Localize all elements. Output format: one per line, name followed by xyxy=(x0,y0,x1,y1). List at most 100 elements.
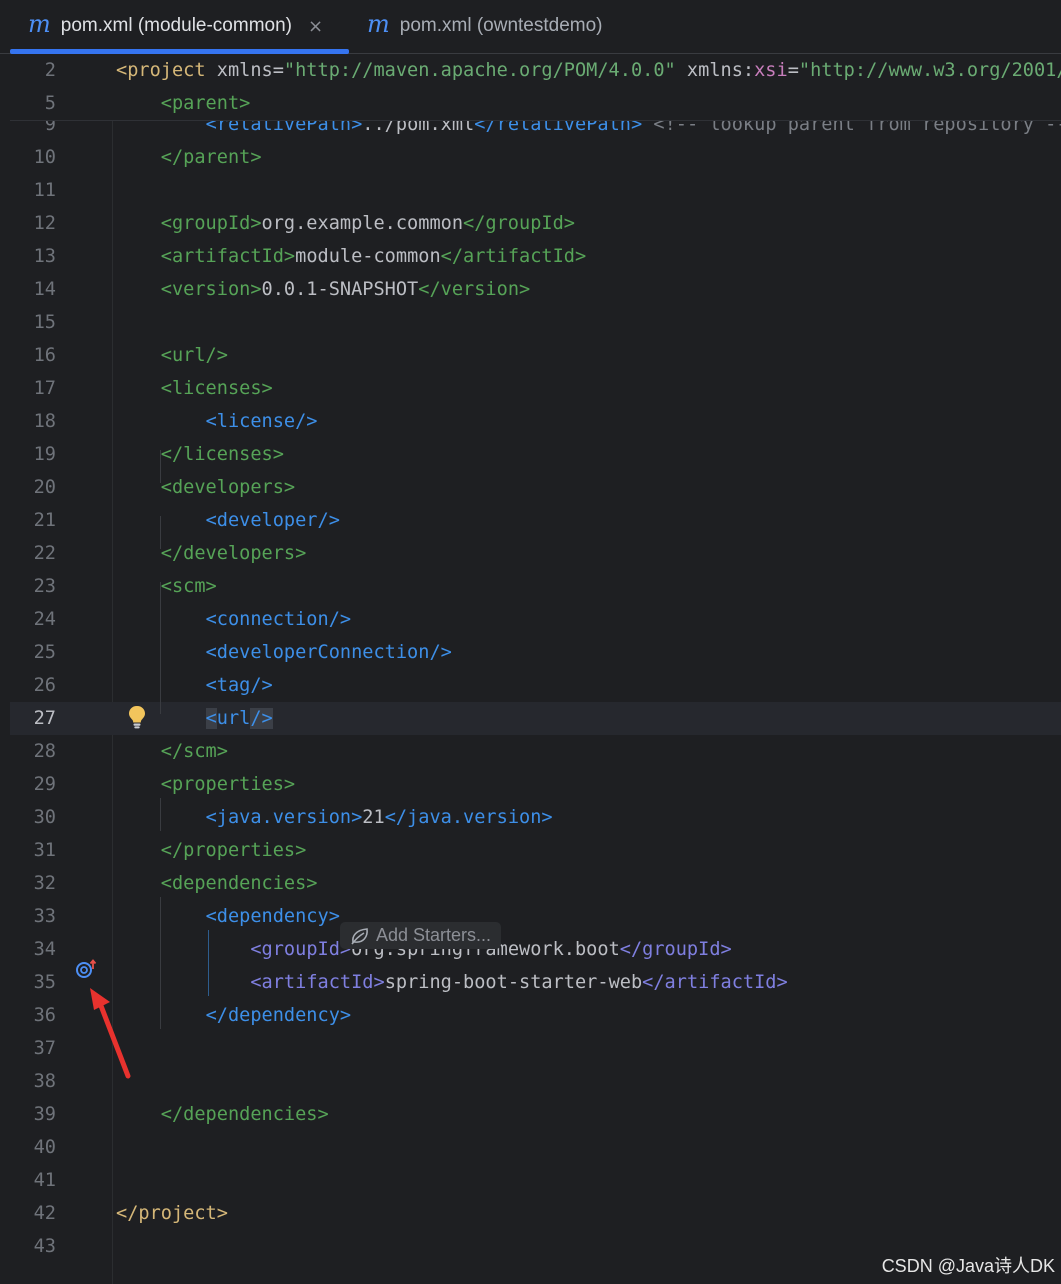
code-line[interactable]: 23 <scm> xyxy=(10,570,1061,603)
line-number: 22 xyxy=(33,543,56,564)
code-line[interactable]: 31 </properties> xyxy=(10,834,1061,867)
code-line[interactable]: 13 <artifactId>module-common</artifactId… xyxy=(10,240,1061,273)
code-line[interactable]: 32 <dependencies> xyxy=(10,867,1061,900)
spring-leaf-icon xyxy=(351,927,368,944)
sticky-scroll-header[interactable]: 2 <project xmlns="http://maven.apache.org… xyxy=(10,54,1061,121)
add-starters-button[interactable]: Add Starters... xyxy=(340,922,502,949)
code-token: <parent> xyxy=(160,93,251,114)
line-number: 43 xyxy=(33,1236,56,1257)
maven-dependency-gutter-icon[interactable] xyxy=(74,958,100,980)
code-line[interactable]: 26 <tag/> xyxy=(10,669,1061,702)
code-line[interactable]: 2 <project xmlns="http://maven.apache.org… xyxy=(10,54,1061,87)
code-line[interactable]: 11 xyxy=(10,174,1061,207)
lightbulb-icon[interactable] xyxy=(126,704,148,730)
line-number: 24 xyxy=(33,609,56,630)
indent-guide xyxy=(160,897,161,1029)
code-line[interactable]: 42 </project> xyxy=(10,1197,1061,1230)
tab-label: pom.xml (owntestdemo) xyxy=(399,15,603,36)
red-arrow-annotation xyxy=(90,988,131,1079)
line-number: 34 xyxy=(33,939,56,960)
line-number: 14 xyxy=(33,279,56,300)
code-line[interactable]: 12 <groupId>org.example.common</groupId> xyxy=(10,207,1061,240)
tab-label: pom.xml (module-common) xyxy=(60,15,292,36)
code-text: </dependencies> xyxy=(116,1098,329,1131)
tab-pom-owntestdemo[interactable]: m pom.xml (owntestdemo) xyxy=(355,0,625,52)
code-line[interactable]: 14 <version>0.0.1-SNAPSHOT</version> xyxy=(10,273,1061,306)
indent-guide xyxy=(160,582,161,714)
line-number: 17 xyxy=(33,378,56,399)
code-line[interactable]: 16 <url/> xyxy=(10,339,1061,372)
line-number: 21 xyxy=(33,510,56,531)
code-line[interactable]: 20 <developers> xyxy=(10,471,1061,504)
line-number: 20 xyxy=(33,477,56,498)
code-line[interactable]: 35 <artifactId>spring-boot-starter-web</… xyxy=(10,966,1061,999)
line-number: 33 xyxy=(33,906,56,927)
code-token: </dependency> xyxy=(205,1005,352,1026)
line-number: 30 xyxy=(33,807,56,828)
code-text: </properties> xyxy=(116,834,307,867)
code-token: <groupId> xyxy=(160,213,262,234)
line-number: 25 xyxy=(33,642,56,663)
code-token: 0.0.1-SNAPSHOT xyxy=(261,279,419,300)
line-number: 27 xyxy=(33,708,56,729)
code-token: module-common xyxy=(295,246,441,267)
code-text: <java.version>21</java.version> xyxy=(116,801,553,834)
line-number: 41 xyxy=(33,1170,56,1191)
code-token: <scm> xyxy=(160,576,217,597)
code-editor[interactable]: 2 <project xmlns="http://maven.apache.org… xyxy=(10,54,1061,1284)
code-line[interactable]: 33 <dependency> xyxy=(10,900,1061,933)
code-line[interactable]: 37 xyxy=(10,1032,1061,1065)
code-token: /> xyxy=(250,708,273,729)
code-token: xsi xyxy=(754,60,788,81)
add-starters-label: Add Starters... xyxy=(376,925,492,945)
code-token: <licenses> xyxy=(160,378,273,399)
code-token: </developers> xyxy=(160,543,307,564)
indent-guide xyxy=(160,450,161,483)
code-token: </artifactId> xyxy=(642,972,788,993)
code-line[interactable]: 39 </dependencies> xyxy=(10,1098,1061,1131)
code-line[interactable]: 28 </scm> xyxy=(10,735,1061,768)
code-text: <properties> xyxy=(116,768,295,801)
code-token: <tag/> xyxy=(205,675,273,696)
code-token: </scm> xyxy=(160,741,228,762)
code-line[interactable]: 30 <java.version>21</java.version> xyxy=(10,801,1061,834)
code-line[interactable]: 41 xyxy=(10,1164,1061,1197)
code-token: </artifactId> xyxy=(440,246,587,267)
code-line[interactable]: 17 <licenses> xyxy=(10,372,1061,405)
line-number: 13 xyxy=(33,246,56,267)
line-number: 11 xyxy=(33,180,56,201)
code-line[interactable]: 18 <license/> xyxy=(10,405,1061,438)
code-token: xmlns= xyxy=(216,60,284,81)
code-text: </dependency> xyxy=(116,999,352,1032)
line-number: 36 xyxy=(33,1005,56,1026)
code-line[interactable]: 10 </parent> xyxy=(10,141,1061,174)
code-line[interactable]: 38 xyxy=(10,1065,1061,1098)
code-token: <license/> xyxy=(205,411,318,432)
code-line[interactable]: 22 </developers> xyxy=(10,537,1061,570)
code-line[interactable]: 36 </dependency> xyxy=(10,999,1061,1032)
close-icon[interactable]: × xyxy=(308,16,323,37)
code-text: <project xmlns="http://maven.apache.org/… xyxy=(116,54,1061,87)
code-line[interactable]: 15 xyxy=(10,306,1061,339)
code-line[interactable]: 29 <properties> xyxy=(10,768,1061,801)
code-line[interactable]: 19 </licenses> xyxy=(10,438,1061,471)
code-line[interactable]: 5 <parent> xyxy=(10,87,1061,120)
tab-pom-module-common[interactable]: m pom.xml (module-common) × xyxy=(10,0,349,54)
line-number: 37 xyxy=(33,1038,56,1059)
code-token: org.example.common xyxy=(261,213,464,234)
code-text: <connection/> xyxy=(116,603,352,636)
code-line[interactable]: 25 <developerConnection/> xyxy=(10,636,1061,669)
code-line[interactable]: 21 <developer/> xyxy=(10,504,1061,537)
code-line[interactable]: 27 <url/> xyxy=(10,702,1061,735)
code-line[interactable]: 34 <groupId>org.springframework.boot</gr… xyxy=(10,933,1061,966)
code-line[interactable]: 24 <connection/> xyxy=(10,603,1061,636)
code-line[interactable]: 40 xyxy=(10,1131,1061,1164)
